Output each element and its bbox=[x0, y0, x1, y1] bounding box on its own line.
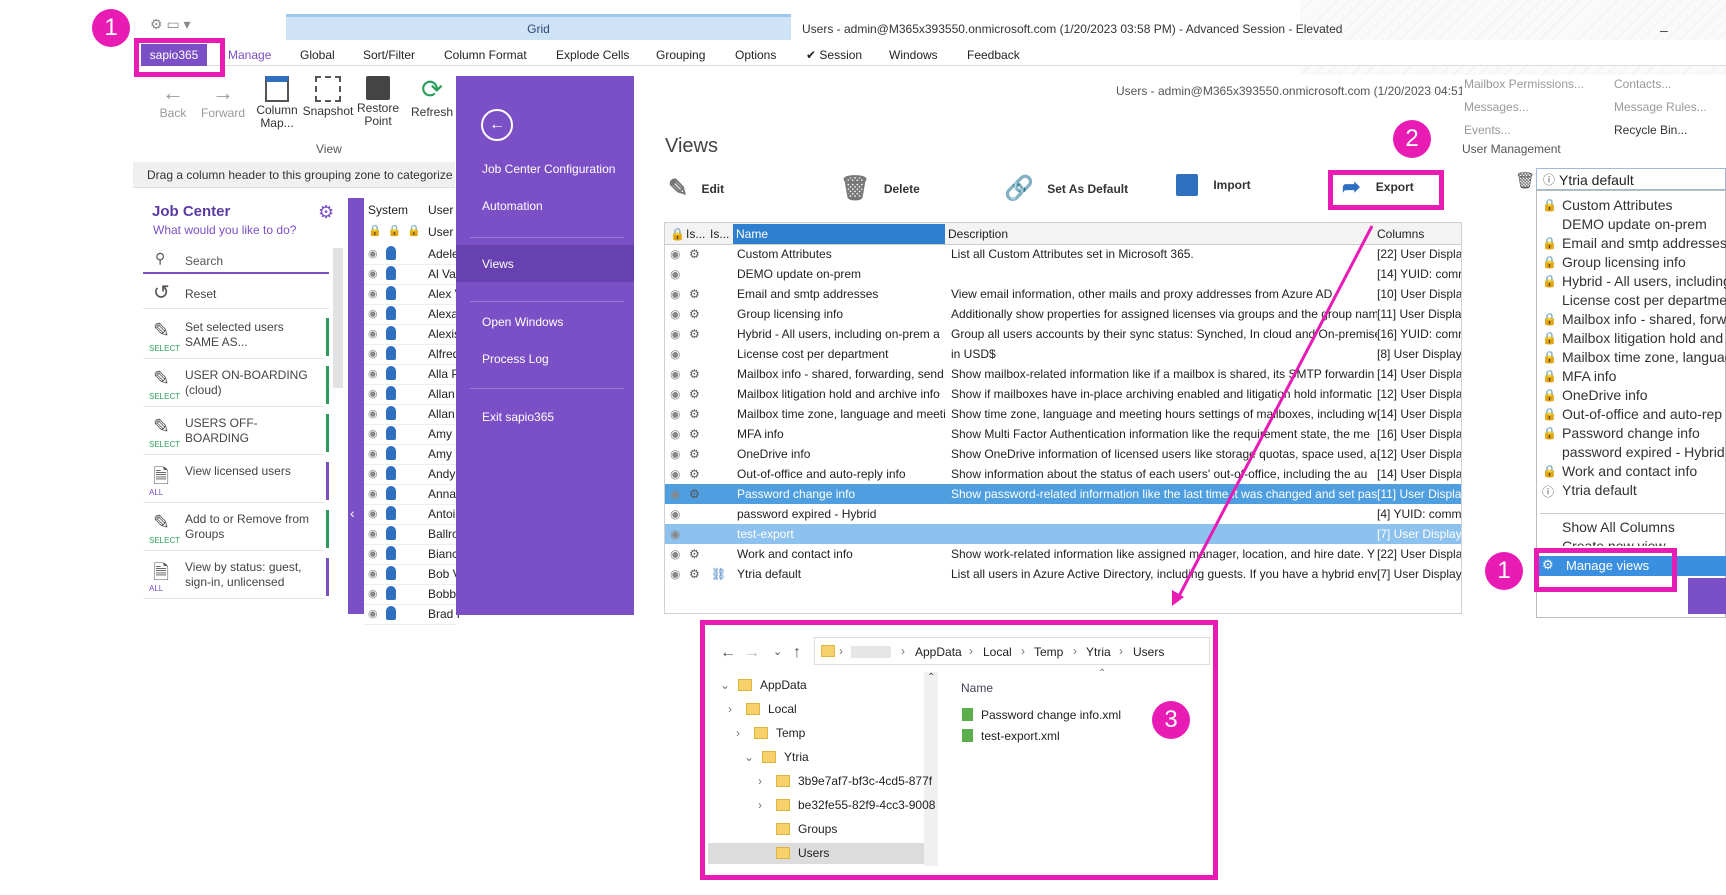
expand-chevron-icon[interactable]: › bbox=[758, 798, 776, 812]
tree-item-label: be32fe55-82f9-4cc3-9008 bbox=[798, 798, 936, 812]
tree-item[interactable]: Users bbox=[758, 846, 829, 860]
tree-item-label: Ytria bbox=[784, 750, 809, 764]
tree-item-label: 3b9e7af7-bf3c-4cd5-877f bbox=[798, 774, 933, 788]
tree-item-label: AppData bbox=[760, 678, 807, 692]
folder-icon bbox=[776, 799, 790, 811]
callout-box-export bbox=[1328, 170, 1444, 210]
folder-icon bbox=[776, 775, 790, 787]
expand-chevron-icon[interactable]: › bbox=[758, 774, 776, 788]
arrow-line bbox=[1176, 225, 1374, 599]
tree-item[interactable]: › Temp bbox=[736, 726, 805, 740]
tree-item[interactable]: ⌄ Ytria bbox=[744, 750, 809, 764]
tree-item[interactable]: › be32fe55-82f9-4cc3-9008 bbox=[758, 798, 935, 812]
expand-chevron-icon[interactable]: › bbox=[736, 726, 754, 740]
folder-icon bbox=[754, 727, 768, 739]
annotation-badge: 3 bbox=[1152, 701, 1190, 739]
expand-chevron-icon[interactable]: ⌄ bbox=[744, 750, 762, 764]
annotation-badge: 1 bbox=[92, 9, 130, 47]
annotation-badge: 1 bbox=[1485, 552, 1523, 590]
folder-icon bbox=[738, 679, 752, 691]
expand-chevron-icon[interactable]: › bbox=[728, 702, 746, 716]
callout-box-manage-views bbox=[1534, 548, 1677, 592]
folder-icon bbox=[776, 847, 790, 859]
callout-box-sapio365 bbox=[134, 38, 225, 77]
folder-icon bbox=[776, 823, 790, 835]
tree-item-label: Temp bbox=[776, 726, 806, 740]
tree-item[interactable]: › 3b9e7af7-bf3c-4cd5-877f bbox=[758, 774, 932, 788]
tree-item-label: Users bbox=[798, 846, 830, 860]
tree-item[interactable]: Groups bbox=[758, 822, 837, 836]
folder-icon bbox=[746, 703, 760, 715]
tree-item[interactable]: › Local bbox=[728, 702, 797, 716]
expand-chevron-icon[interactable]: ⌄ bbox=[720, 678, 738, 692]
tree-item-label: Local bbox=[768, 702, 797, 716]
tree-item[interactable]: ⌄ AppData bbox=[720, 678, 807, 692]
folder-icon bbox=[762, 751, 776, 763]
tree-item-label: Groups bbox=[798, 822, 838, 836]
annotation-badge: 2 bbox=[1393, 120, 1431, 158]
